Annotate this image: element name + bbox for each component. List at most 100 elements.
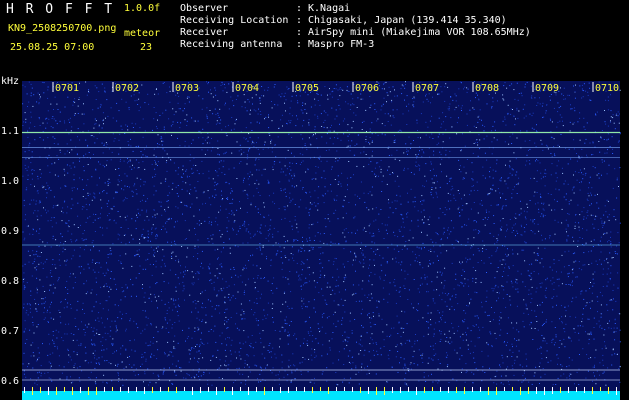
program-title: H R O F F T xyxy=(6,2,115,17)
time-tick xyxy=(336,387,337,391)
time-tick xyxy=(544,387,545,395)
time-tick xyxy=(368,387,369,394)
time-tick xyxy=(536,387,537,394)
time-tick xyxy=(584,387,585,393)
time-tick xyxy=(360,387,361,393)
time-label: 0702 xyxy=(115,83,139,94)
time-tick xyxy=(272,387,273,391)
time-tick xyxy=(216,387,217,395)
antenna-sep: : xyxy=(296,39,303,50)
y-tick-label: 1.1 xyxy=(1,126,19,137)
antenna-value: Maspro FM-3 xyxy=(308,39,375,50)
time-tick xyxy=(352,387,353,392)
y-tick-label: 0.9 xyxy=(1,226,19,237)
time-tick xyxy=(456,387,457,393)
time-label: 0701 xyxy=(55,83,79,94)
time-tick xyxy=(488,387,489,395)
time-tick xyxy=(344,387,345,391)
receiver-label: Receiver xyxy=(180,27,229,38)
time-tick xyxy=(256,387,257,392)
time-label: 0705 xyxy=(295,83,319,94)
datetime-label: 25.08.25 07:00 xyxy=(10,42,95,53)
time-tick xyxy=(496,387,497,395)
time-label: 0707 xyxy=(415,83,439,94)
time-tick xyxy=(448,387,449,393)
time-tick xyxy=(552,387,553,394)
y-unit-label: kHz xyxy=(1,76,19,87)
version-label: 1.0.0f xyxy=(124,3,161,14)
antenna-label: Receiving antenna xyxy=(180,39,283,50)
time-tick xyxy=(616,387,617,395)
time-tick xyxy=(120,387,121,392)
time-tick xyxy=(296,387,297,391)
time-tick xyxy=(104,387,105,392)
time-tick xyxy=(136,387,137,392)
observer-label: Observer xyxy=(180,3,229,14)
spectrogram-plot: 1.1 1.0 0.9 0.8 0.7 0.6 0701 0702 0703 0704 0705 0… xyxy=(0,74,629,400)
location-sep: : xyxy=(296,15,303,26)
y-tick-label: 0.7 xyxy=(1,326,19,337)
time-tick xyxy=(304,387,305,392)
meteor-label: meteor xyxy=(124,28,161,39)
time-tick xyxy=(592,387,593,394)
y-tick-label: 0.6 xyxy=(1,376,19,387)
time-tick xyxy=(48,387,49,395)
time-tick xyxy=(128,387,129,393)
time-tick xyxy=(32,387,33,395)
time-label: 0708 xyxy=(475,83,499,94)
time-tick xyxy=(504,387,505,391)
observer-value: K.Nagai xyxy=(308,3,351,14)
time-tick xyxy=(328,387,329,394)
time-tick xyxy=(240,387,241,391)
time-label: 0709 xyxy=(535,83,559,94)
receiver-value: AirSpy mini (Miakejima VOR 108.65MHz) xyxy=(308,27,531,38)
time-tick xyxy=(528,387,529,394)
time-tick xyxy=(80,387,81,393)
filename-label: KN9_2508250700.png xyxy=(8,23,117,34)
time-tick xyxy=(40,387,41,393)
time-tick xyxy=(208,387,209,392)
spectrogram-svg: 1.1 1.0 0.9 0.8 0.7 0.6 0701 0702 0703 0704 0705 0… xyxy=(1,76,621,400)
time-tick xyxy=(568,387,569,393)
time-tick xyxy=(56,387,57,395)
time-tick xyxy=(248,387,249,395)
y-axis-labels: 1.1 1.0 0.9 0.8 0.7 0.6 xyxy=(1,126,19,387)
time-tick xyxy=(400,387,401,393)
time-tick xyxy=(384,387,385,395)
time-tick xyxy=(464,387,465,394)
time-tick xyxy=(88,387,89,395)
time-tick xyxy=(152,387,153,393)
time-tick xyxy=(184,387,185,391)
header-panel: H R O F F T 1.0.0f KN9_2508250700.png me… xyxy=(0,0,629,74)
baseline-band xyxy=(22,391,620,400)
meteor-count: 23 xyxy=(140,42,153,53)
time-tick xyxy=(480,387,481,392)
time-tick xyxy=(312,387,313,393)
time-tick xyxy=(192,387,193,395)
observer-sep: : xyxy=(296,3,303,14)
time-tick xyxy=(280,387,281,393)
time-label: 0704 xyxy=(235,83,259,94)
time-tick xyxy=(112,387,113,391)
time-tick xyxy=(288,387,289,393)
time-tick xyxy=(24,387,25,393)
y-tick-label: 1.0 xyxy=(1,176,19,187)
location-label: Receiving Location xyxy=(180,15,289,26)
time-tick xyxy=(64,387,65,392)
time-tick xyxy=(264,387,265,395)
time-tick xyxy=(600,387,601,391)
time-tick xyxy=(168,387,169,392)
time-tick xyxy=(160,387,161,392)
time-tick xyxy=(96,387,97,395)
time-tick xyxy=(144,387,145,394)
time-tick xyxy=(72,387,73,395)
time-tick xyxy=(472,387,473,392)
time-tick xyxy=(176,387,177,393)
time-tick xyxy=(424,387,425,393)
y-tick-label: 0.8 xyxy=(1,276,19,287)
time-tick xyxy=(576,387,577,392)
time-label: 0710 xyxy=(595,83,619,94)
receiver-sep: : xyxy=(296,27,303,38)
time-tick xyxy=(232,387,233,395)
time-label: 0703 xyxy=(175,83,199,94)
